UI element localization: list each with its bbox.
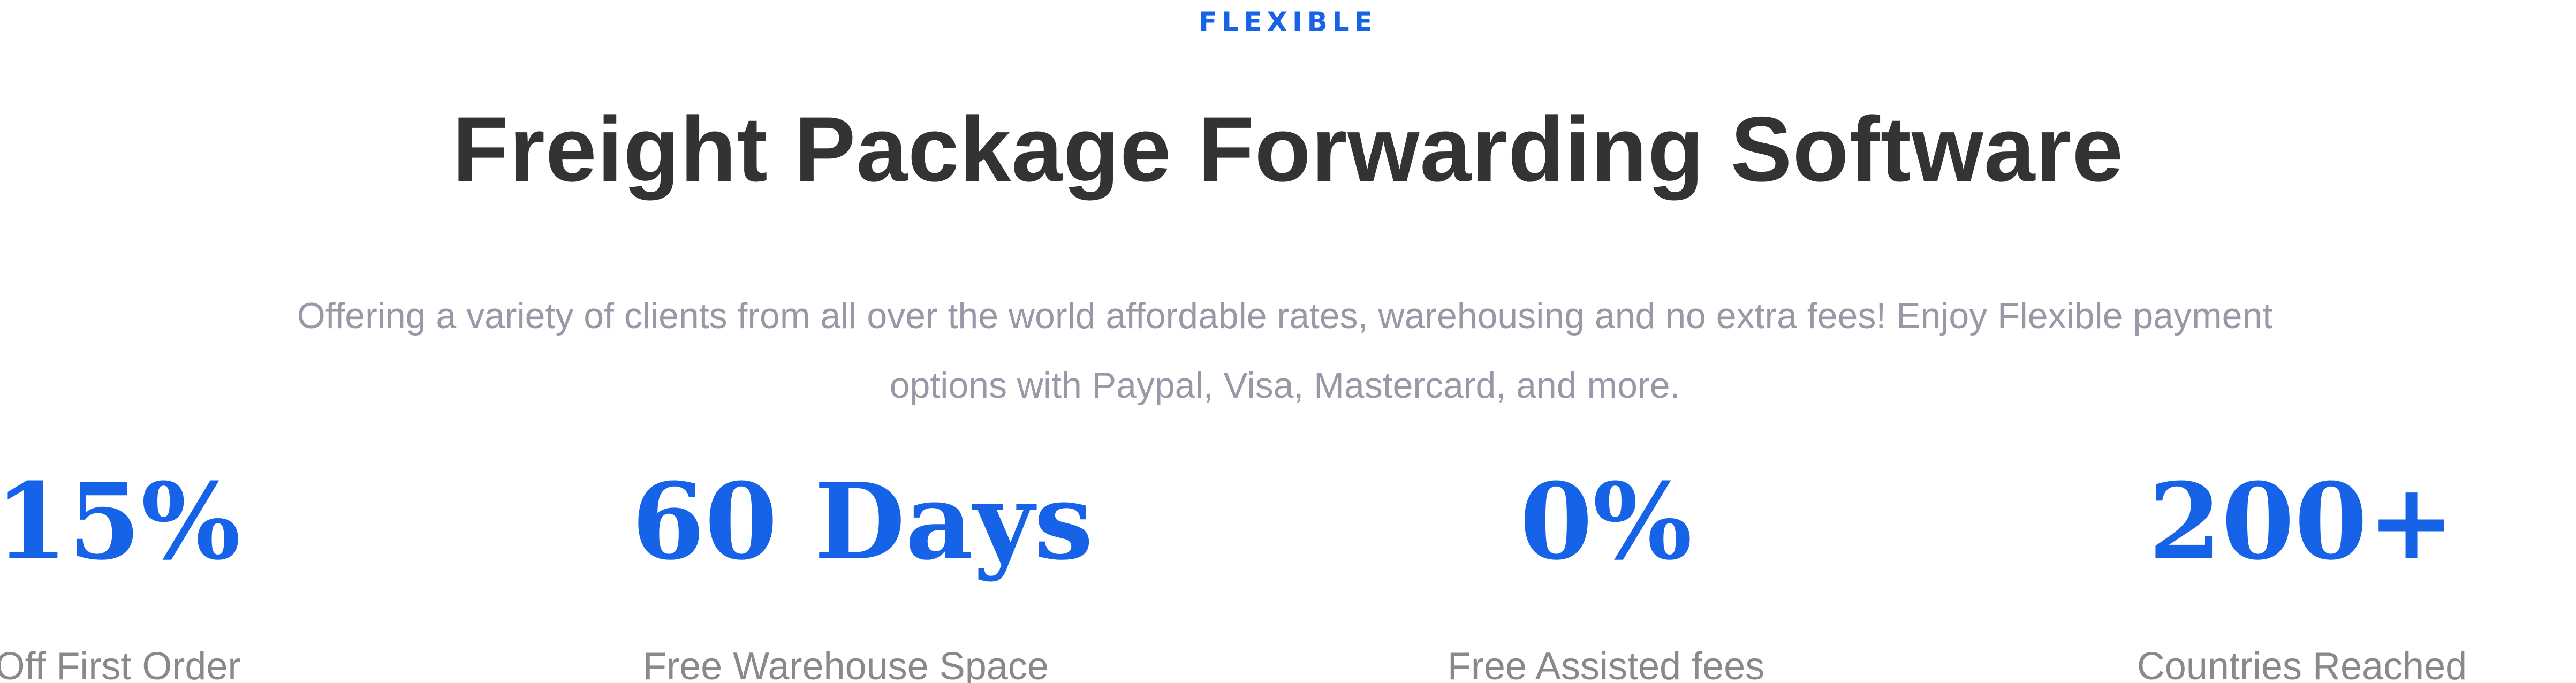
stat-countries-reached: 200+ Countries Reached — [2131, 460, 2473, 683]
stat-label: Off First Order — [0, 645, 241, 683]
stat-assisted-fees: 0% Free Assisted fees — [1435, 460, 1777, 683]
features-section: FLEXIBLE Freight Package Forwarding Soft… — [0, 0, 2576, 683]
stat-label: Countries Reached — [2136, 645, 2467, 683]
section-eyebrow: FLEXIBLE — [1199, 6, 1377, 37]
stat-label: Free Warehouse Space — [643, 645, 1049, 683]
stat-label: Free Assisted fees — [1447, 645, 1765, 683]
stat-value: 15% — [0, 460, 241, 583]
stat-value: 200+ — [2148, 460, 2456, 583]
section-subtitle: Offering a variety of clients from all o… — [297, 295, 2273, 406]
section-headline: Freight Package Forwarding Software — [452, 98, 2124, 201]
stat-value: 60 Days — [632, 460, 1094, 583]
stat-warehouse-space: 60 Days Free Warehouse Space — [632, 460, 1094, 683]
stat-first-order: 15% Off First Order — [0, 460, 289, 683]
stat-value: 0% — [1519, 460, 1693, 583]
